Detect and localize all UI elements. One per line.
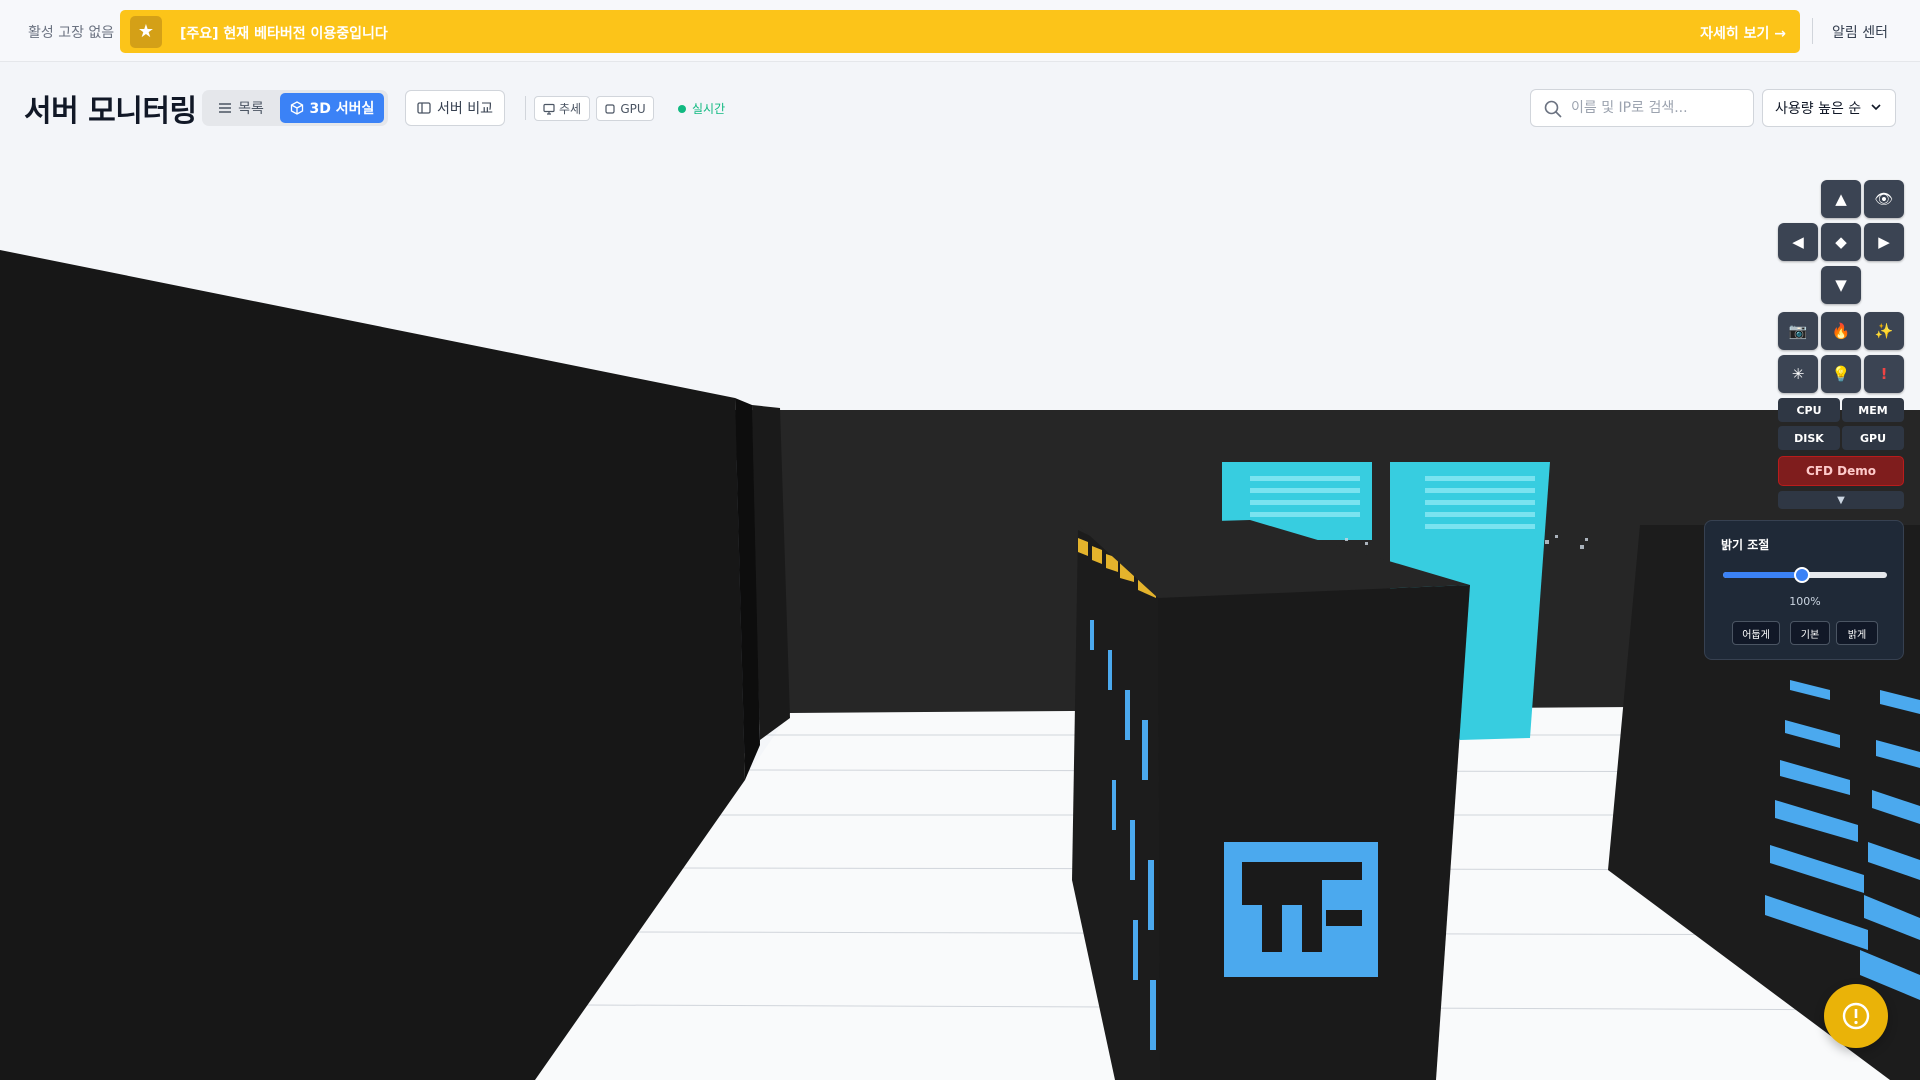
brightness-panel: 밝기 조절 100% 어둡게 기본 밝게 [1704,520,1904,660]
cube-icon [290,101,303,115]
chip-icon [605,103,615,114]
triangle-down-icon: ▼ [1835,276,1847,294]
triangle-right-icon: ▶ [1878,233,1890,251]
server-room-scene [0,250,1920,1080]
move-down-button[interactable]: ▼ [1821,266,1861,304]
banner-text: [주요] 현재 베타버전 이용중입니다 [180,26,388,42]
metric-gpu-button[interactable]: GPU [1842,426,1904,450]
monitor-icon [543,103,555,115]
alert-button[interactable]: ! [1864,355,1904,393]
fire-icon: 🔥 [1831,322,1851,340]
camera-icon: 📷 [1788,322,1808,340]
server-compare-label: 서버 비교 [437,101,493,117]
brightness-title: 밝기 조절 [1721,538,1770,552]
trend-chip[interactable]: 추세 [534,96,590,121]
metric-cpu-button[interactable]: CPU [1778,398,1840,422]
center-view-button[interactable]: ◆ [1821,223,1861,261]
darker-button[interactable]: 어둡게 [1732,621,1780,645]
triangle-up-icon: ▲ [1835,190,1847,208]
default-button[interactable]: 기본 [1790,621,1830,645]
brightness-slider-fill [1723,572,1802,578]
alert-circle-icon [1842,1002,1870,1030]
brighter-button[interactable]: 밝게 [1836,621,1878,645]
view-3d-label: 3D 서버실 [309,101,375,117]
gpu-chip-label: GPU [620,101,646,116]
camera-button[interactable]: 📷 [1778,312,1818,350]
sort-select-value: 사용량 높은 순 [1775,101,1862,117]
brightness-value: 100% [1789,595,1821,608]
columns-icon [417,102,431,114]
collapse-button[interactable]: ▼ [1778,491,1904,509]
server-rack-front [1158,585,1470,1080]
move-right-button[interactable]: ▶ [1864,223,1904,261]
view-3d-button[interactable]: 3D 서버실 [280,93,384,123]
fault-status: 활성 고장 없음 [28,25,115,41]
move-left-button[interactable]: ◀ [1778,223,1818,261]
search-box [1530,89,1754,127]
snowflake-icon: ✳ [1791,365,1805,383]
effects-button[interactable]: ✨ [1864,312,1904,350]
banner-details-link[interactable]: 자세히 보기 → [1700,23,1786,43]
view-list-button[interactable]: 목록 [206,93,276,123]
gpu-chip[interactable]: GPU [596,96,654,121]
cfd-demo-button[interactable]: CFD Demo [1778,456,1904,486]
heatmap-button[interactable]: 🔥 [1821,312,1861,350]
view-list-label: 목록 [238,101,264,117]
list-icon [219,103,232,113]
brightness-slider-thumb[interactable] [1793,567,1810,583]
divider [525,96,526,120]
triangle-left-icon: ◀ [1792,233,1804,251]
beta-banner: ★ [주요] 현재 베타버전 이용중입니다 자세히 보기 → [120,10,1800,53]
light-button[interactable]: 💡 [1821,355,1861,393]
top-bar: 활성 고장 없음 ★ [주요] 현재 베타버전 이용중입니다 자세히 보기 → … [0,0,1920,62]
live-dot-icon [678,104,686,113]
server-compare-button[interactable]: 서버 비교 [405,90,505,126]
rack-logo-icon [1224,842,1378,977]
lightbulb-icon: 💡 [1831,365,1851,383]
server-room-3d-canvas[interactable] [0,150,1920,1080]
brightness-slider[interactable] [1723,567,1887,583]
search-icon [1544,100,1562,118]
eye-icon: 👁 [1874,190,1894,208]
sparkles-icon: ✨ [1874,322,1894,340]
move-up-button[interactable]: ▲ [1821,180,1861,218]
sort-select[interactable]: 사용량 높은 순 [1762,89,1896,127]
search-input[interactable] [1571,90,1749,126]
report-issue-button[interactable] [1824,984,1888,1048]
metric-mem-button[interactable]: MEM [1842,398,1904,422]
star-icon: ★ [130,16,162,48]
cooling-button[interactable]: ✳ [1778,355,1818,393]
divider [1812,18,1813,44]
live-label: 실시간 [692,102,726,116]
exclamation-icon: ! [1880,365,1888,383]
diamond-icon: ◆ [1835,233,1847,251]
view-toggle-button[interactable]: 👁 [1864,180,1904,218]
page-title: 서버 모니터링 [24,94,197,129]
metric-disk-button[interactable]: DISK [1778,426,1840,450]
chevron-down-icon: ▼ [1837,494,1845,506]
alert-center-link[interactable]: 알림 센터 [1832,22,1888,42]
view-toggle: 목록 3D 서버실 [202,90,388,126]
chevron-down-icon [1871,104,1881,111]
trend-chip-label: 추세 [558,102,582,116]
live-indicator: 실시간 [678,100,725,117]
